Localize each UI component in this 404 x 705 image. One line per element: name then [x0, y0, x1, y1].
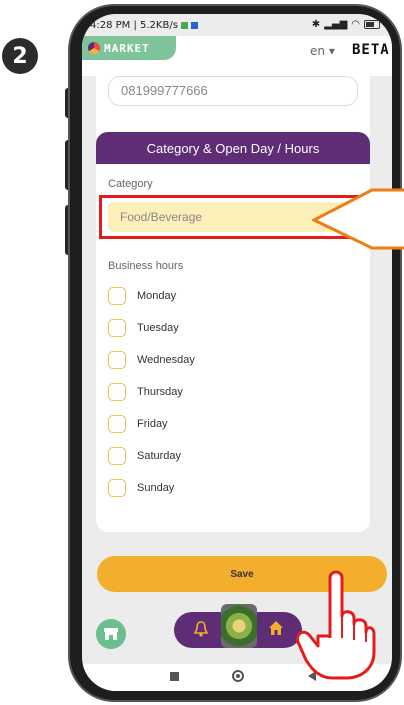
battery-icon [364, 20, 380, 29]
checkbox[interactable] [108, 479, 126, 497]
day-row-thursday[interactable]: Thursday [108, 376, 195, 408]
day-row-tuesday[interactable]: Tuesday [108, 312, 195, 344]
checkbox[interactable] [108, 447, 126, 465]
checkbox[interactable] [108, 287, 126, 305]
step-number-badge: 2 [2, 38, 38, 74]
day-label: Tuesday [137, 322, 179, 334]
home-circle-icon[interactable] [232, 670, 244, 682]
status-bar: 4:28 PM | 5.2KB/s ✱ ▂▄▆ ◠ [82, 14, 392, 38]
wifi-icon: ◠ [351, 19, 360, 30]
status-notification-icon [190, 22, 198, 29]
category-label: Category [108, 178, 153, 190]
day-label: Friday [137, 418, 168, 430]
day-label: Wednesday [137, 354, 195, 366]
store-icon [104, 628, 118, 640]
recents-icon[interactable] [170, 672, 179, 681]
days-list: Monday Tuesday Wednesday Thursday Friday… [108, 280, 195, 504]
day-label: Thursday [137, 386, 183, 398]
signal-icon: ▂▄▆ [324, 19, 348, 30]
brand-name: MARKET [104, 41, 150, 55]
bell-icon[interactable] [194, 621, 208, 637]
checkbox[interactable] [108, 383, 126, 401]
checkbox[interactable] [108, 415, 126, 433]
language-value: en [310, 44, 325, 58]
food-thumbnail[interactable] [221, 604, 257, 648]
bottom-nav [174, 604, 302, 648]
beta-badge: BETA [352, 42, 390, 58]
home-icon[interactable] [268, 620, 284, 636]
phone-number-field[interactable]: 081999777666 [108, 76, 358, 106]
pointing-hand-icon [296, 570, 376, 680]
day-label: Monday [137, 290, 177, 302]
status-time: 4:28 PM | 5.2KB/s [90, 20, 178, 31]
app-header: 081999777666 MARKET en ▾ BETA [82, 36, 392, 146]
checkbox[interactable] [108, 319, 126, 337]
callout-arrow [312, 188, 404, 250]
bluetooth-icon: ✱ [311, 19, 321, 30]
store-button[interactable] [96, 619, 126, 649]
day-label: Sunday [137, 482, 175, 494]
day-row-monday[interactable]: Monday [108, 280, 195, 312]
chevron-down-icon: ▾ [328, 44, 335, 58]
status-icons: ✱ ▂▄▆ ◠ [312, 19, 380, 30]
day-label: Saturday [137, 450, 182, 462]
day-row-saturday[interactable]: Saturday [108, 440, 195, 472]
business-hours-label: Business hours [108, 260, 184, 272]
section-title: Category & Open Day / Hours [96, 132, 370, 164]
day-row-sunday[interactable]: Sunday [108, 472, 195, 504]
checkbox[interactable] [108, 351, 126, 369]
market-logo-icon [88, 42, 100, 54]
market-logo[interactable]: MARKET [82, 36, 176, 60]
day-row-friday[interactable]: Friday [108, 408, 195, 440]
language-selector[interactable]: en ▾ [310, 44, 335, 58]
status-notification-icon [180, 22, 188, 29]
day-row-wednesday[interactable]: Wednesday [108, 344, 195, 376]
